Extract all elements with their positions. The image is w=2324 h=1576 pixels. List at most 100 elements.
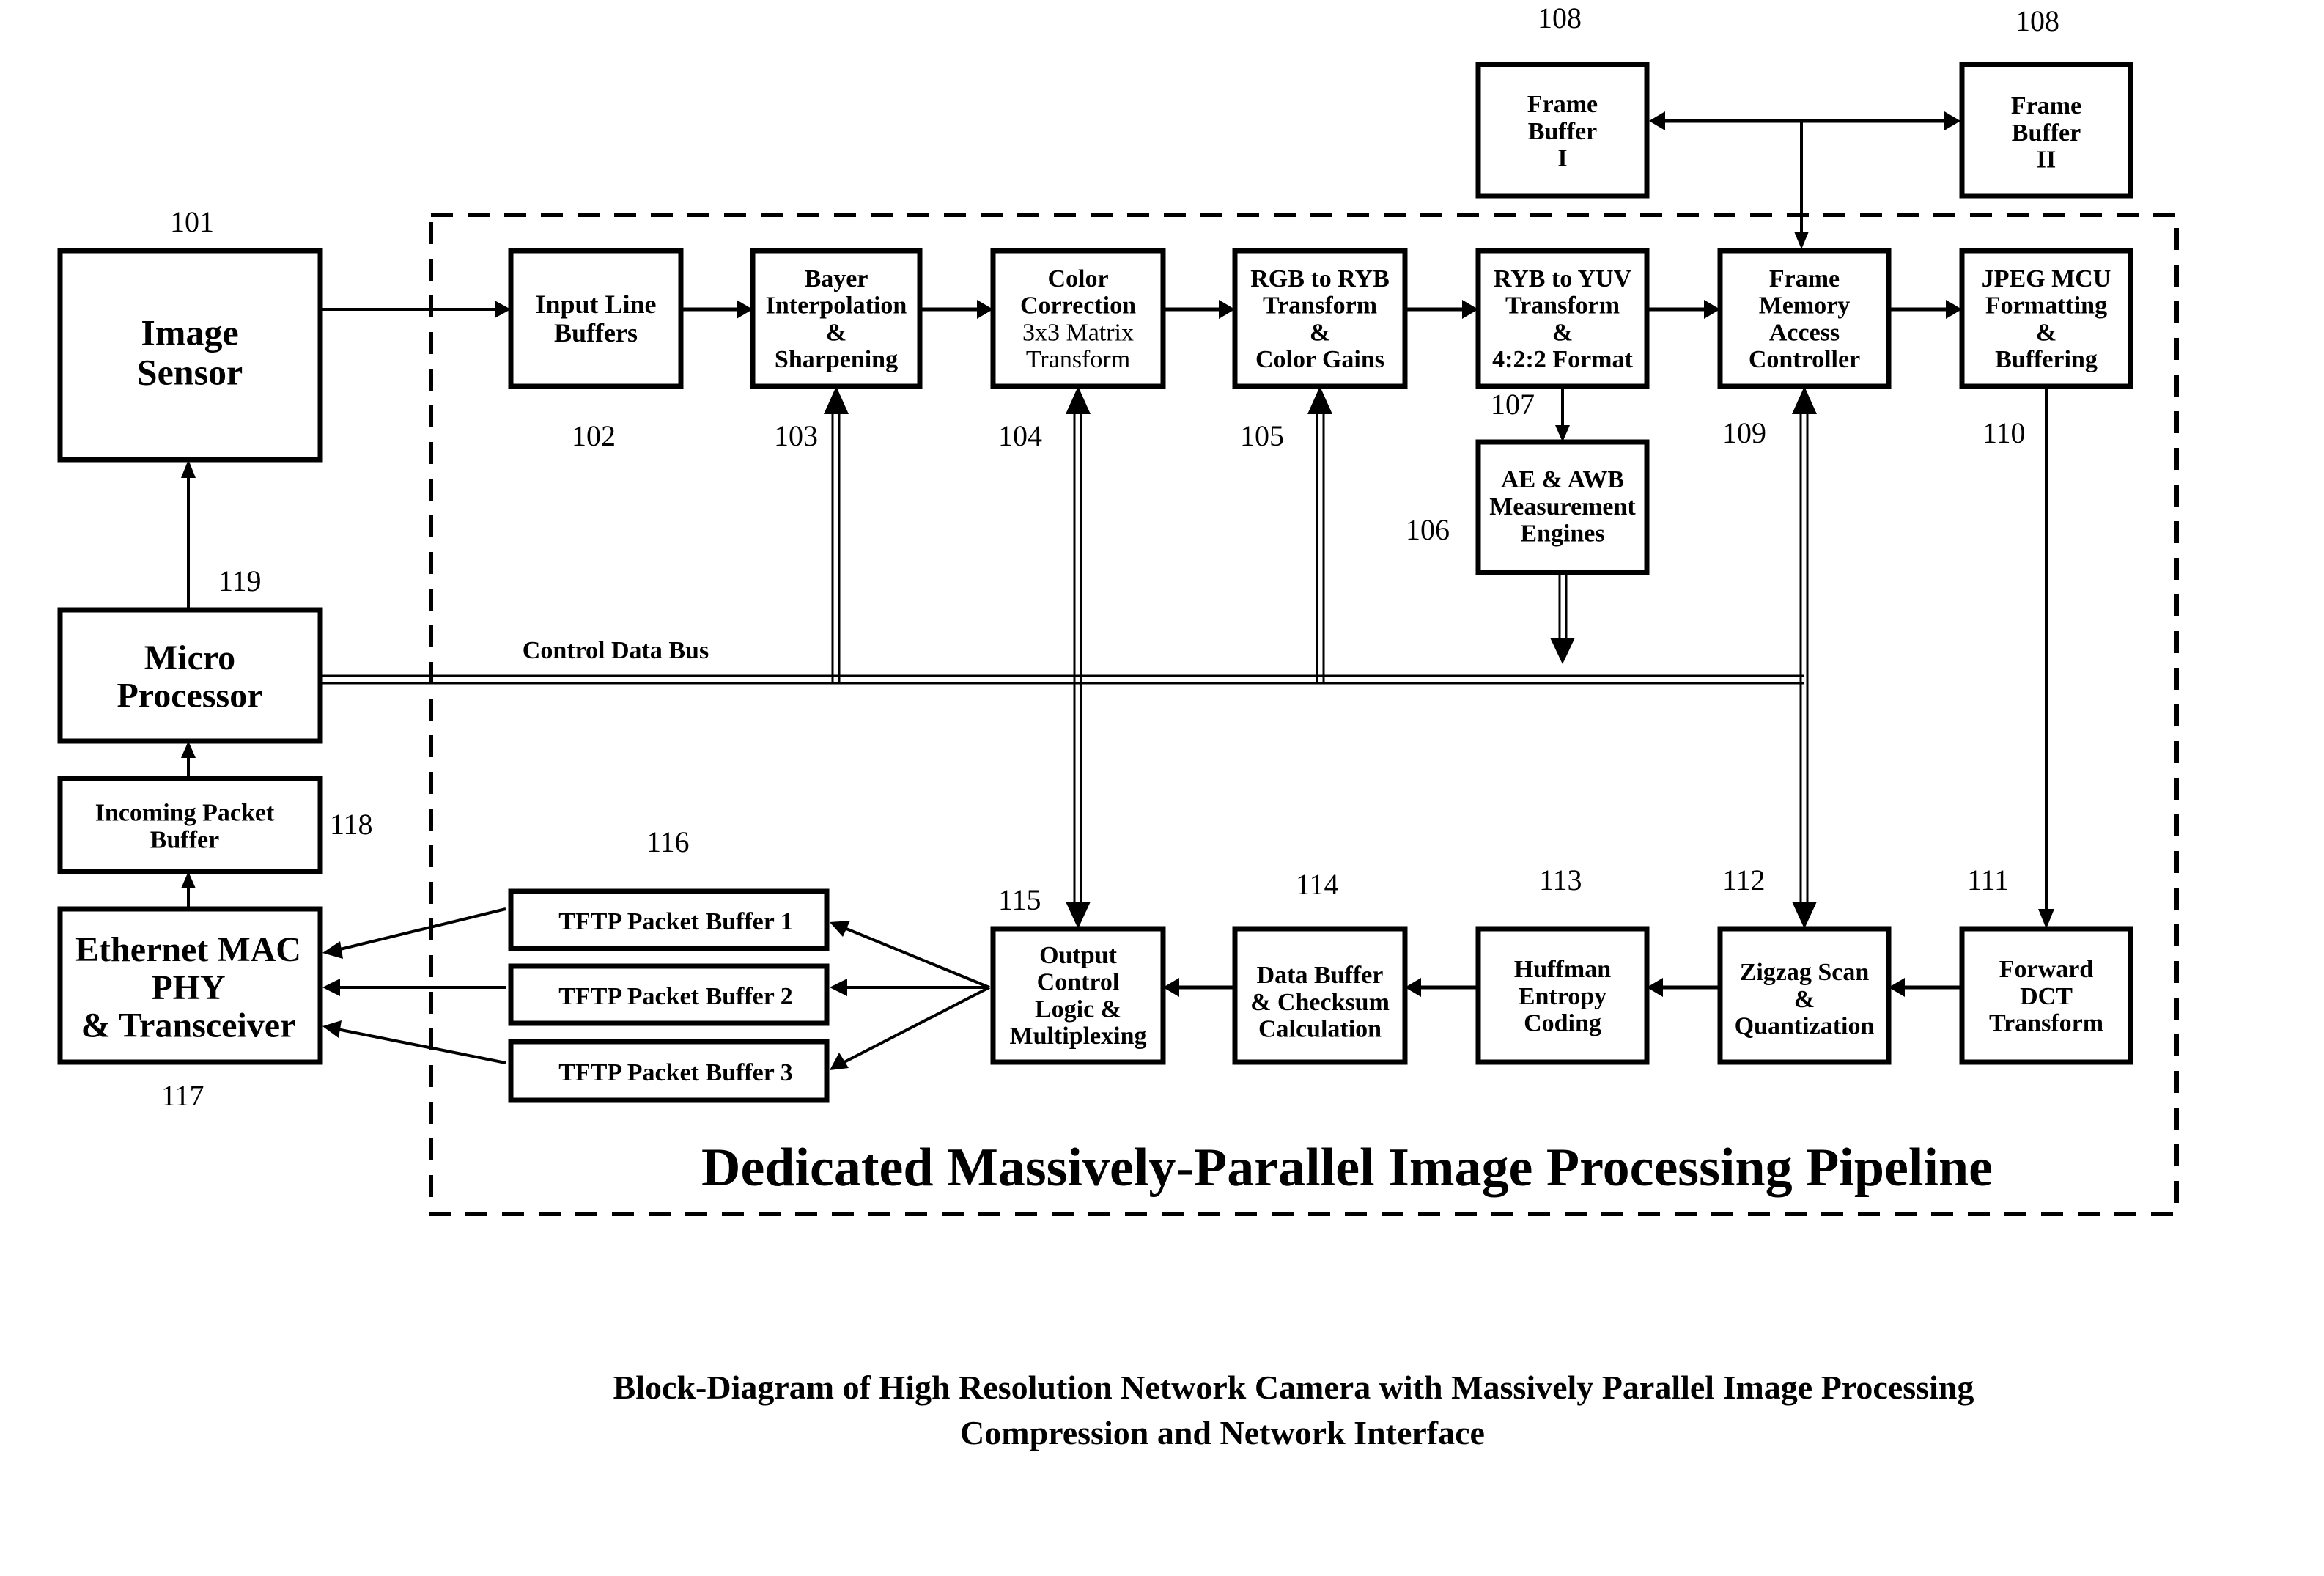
dct-block: Forward DCT Transform xyxy=(1959,926,2133,1065)
ref-112: 112 xyxy=(1722,864,1766,896)
label-line: TFTP Packet Buffer 3 xyxy=(558,1059,793,1086)
label-line: Buffers xyxy=(554,318,638,347)
label-line: II xyxy=(2037,147,2056,174)
frame-buffer-1-block: Frame Buffer I xyxy=(1475,62,1650,199)
ref-110: 110 xyxy=(1982,416,2026,449)
zigzag-block: Zigzag Scan & Quantization xyxy=(1717,926,1892,1065)
label-line: Processor xyxy=(117,677,262,715)
label-line: Bayer xyxy=(805,265,868,292)
jpeg-mcu-label: JPEG MCU Formatting & Buffering xyxy=(1982,265,2111,373)
label-line: Logic & xyxy=(1035,995,1121,1023)
bayer-block: Bayer Interpolation & Sharpening xyxy=(750,248,923,389)
label-line: & xyxy=(2036,319,2056,346)
label-line: Frame xyxy=(1527,91,1598,118)
ethernet-mac-block: Ethernet MAC PHY & Transceiver xyxy=(57,906,323,1065)
label-line: Engines xyxy=(1520,520,1604,548)
ref-102: 102 xyxy=(572,419,616,452)
ref-108-b: 108 xyxy=(2015,4,2059,37)
bus-to-rgb-ryb xyxy=(1307,386,1332,683)
label-line: Formatting xyxy=(1985,292,2107,320)
tftp-buffer-3-label: TFTP Packet Buffer 3 xyxy=(558,1059,793,1086)
label-line: Measurement xyxy=(1489,493,1636,520)
ref-104: 104 xyxy=(998,419,1042,452)
label-line: Image xyxy=(141,312,238,353)
label-line: Ethernet MAC xyxy=(75,930,301,969)
ref-113: 113 xyxy=(1539,864,1582,896)
output-control-block: Output Control Logic & Multiplexing xyxy=(990,926,1166,1065)
label-line: TFTP Packet Buffer 2 xyxy=(558,983,793,1010)
input-line-buffers-block: Input Line Buffers xyxy=(508,248,684,389)
label-line: Frame xyxy=(2011,92,2081,119)
color-correction-block: Color Correction 3x3 Matrix Transform xyxy=(990,248,1166,389)
label-line: Forward xyxy=(1999,956,2094,983)
label-line: Data Buffer xyxy=(1257,962,1384,989)
label-line: Output xyxy=(1039,942,1117,969)
label-line: Input Line xyxy=(535,290,656,319)
label-line: TFTP Packet Buffer 1 xyxy=(558,908,793,935)
label-line: Transform xyxy=(1505,292,1620,320)
label-line: Buffer xyxy=(150,826,219,853)
figure-caption-line-2: Compression and Network Interface xyxy=(960,1414,1485,1451)
label-line: Incoming Packet xyxy=(95,800,275,827)
tftp-buffer-3-block: TFTP Packet Buffer 3 xyxy=(508,1039,830,1103)
label-line: Buffer xyxy=(1528,118,1597,145)
label-line: & xyxy=(1552,319,1573,346)
label-line: Huffman xyxy=(1514,956,1611,983)
tftp-buffer-1-block: TFTP Packet Buffer 1 xyxy=(508,888,830,951)
label-line: & Checksum xyxy=(1250,989,1390,1016)
label-line: Color Gains xyxy=(1255,346,1384,373)
figure-caption-line-1: Block-Diagram of High Resolution Network… xyxy=(613,1369,1974,1406)
label-line: Control xyxy=(1037,969,1120,996)
jpeg-to-dct-arrowhead xyxy=(2038,909,2054,929)
ryb-to-yuv-label: RYB to YUV Transform & 4:2:2 Format xyxy=(1492,265,1633,373)
ref-111: 111 xyxy=(1967,864,2009,896)
image-sensor-block: Image Sensor xyxy=(57,248,323,463)
image-sensor-label: Image Sensor xyxy=(137,312,243,393)
ref-115: 115 xyxy=(998,883,1041,916)
label-line: Transform xyxy=(1263,292,1377,320)
label-line: Coding xyxy=(1524,1010,1601,1037)
ref-103: 103 xyxy=(774,419,818,452)
ref-109: 109 xyxy=(1722,416,1766,449)
label-line: DCT xyxy=(2020,983,2073,1010)
control-data-bus-label: Control Data Bus xyxy=(523,637,709,664)
ref-101: 101 xyxy=(170,205,214,238)
ryb-to-yuv-block: RYB to YUV Transform & 4:2:2 Format xyxy=(1475,248,1650,389)
ref-107: 107 xyxy=(1491,388,1535,421)
incoming-packet-buffer-block: Incoming Packet Buffer xyxy=(57,776,323,874)
pipeline-title: Dedicated Massively-Parallel Image Proce… xyxy=(701,1138,1993,1198)
huffman-block: Huffman Entropy Coding xyxy=(1475,926,1650,1065)
label-line: Interpolation xyxy=(766,292,907,320)
label-line: Correction xyxy=(1020,292,1136,320)
label-line: Sharpening xyxy=(775,346,898,373)
data-buffer-block: Data Buffer & Checksum Calculation xyxy=(1232,926,1408,1065)
ref-117: 117 xyxy=(161,1079,204,1112)
label-line: Calculation xyxy=(1258,1016,1382,1043)
tftp-buffer-2-block: TFTP Packet Buffer 2 xyxy=(508,963,830,1026)
label-line: Memory xyxy=(1759,292,1851,320)
rgb-to-ryb-block: RGB to RYB Transform & Color Gains xyxy=(1232,248,1408,389)
label-line: Color xyxy=(1047,265,1108,292)
block-diagram: Image Sensor 101 Input Line Buffers 102 Ba… xyxy=(57,1,2179,1451)
label-line: Micro xyxy=(144,638,235,677)
frame-buffer-2-block: Frame Buffer II xyxy=(1959,62,2133,199)
label-line: JPEG MCU xyxy=(1982,265,2111,292)
ae-to-bus-arrowhead xyxy=(1550,638,1575,664)
label-line: I xyxy=(1557,145,1567,172)
label-line: Frame xyxy=(1769,265,1840,292)
label-line: Access xyxy=(1769,319,1840,346)
ref-114: 114 xyxy=(1296,868,1339,901)
label-line: Quantization xyxy=(1735,1013,1875,1040)
label-line: & xyxy=(1310,319,1330,346)
tftp-buffer-1-label: TFTP Packet Buffer 1 xyxy=(558,908,793,935)
rgb-to-ryb-label: RGB to RYB Transform & Color Gains xyxy=(1250,265,1390,373)
ref-116: 116 xyxy=(646,825,690,858)
ref-119: 119 xyxy=(218,564,262,597)
label-line: Transform xyxy=(1989,1010,2103,1037)
control-data-bus xyxy=(320,674,1804,685)
bus-to-color-correction-and-output xyxy=(1066,386,1091,929)
label-line: & xyxy=(826,319,846,346)
microprocessor-block: Micro Processor xyxy=(57,607,323,744)
bus-to-frame-memory-and-zigzag xyxy=(1792,386,1817,929)
label-line: Sensor xyxy=(137,352,243,393)
